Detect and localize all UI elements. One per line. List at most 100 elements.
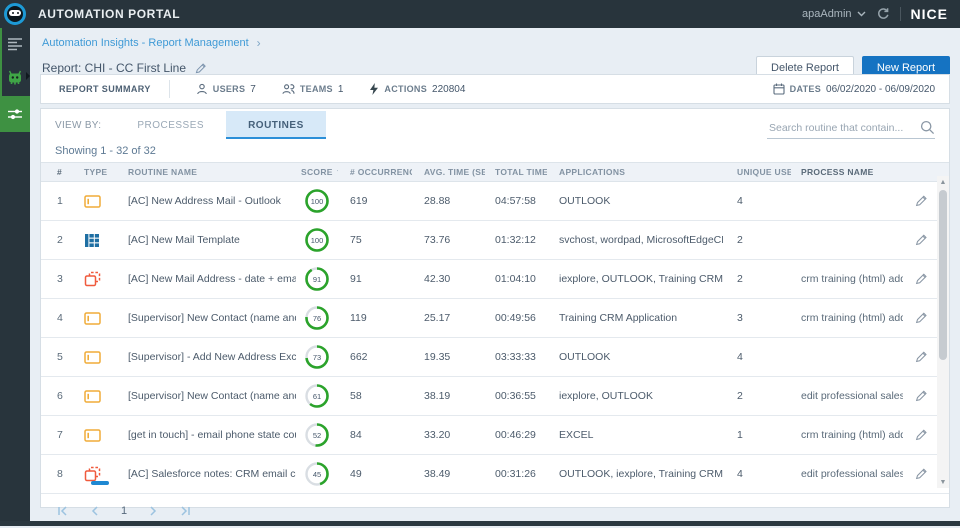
col-header-unique-users[interactable]: UNIQUE USERS [723, 167, 791, 177]
unique-users-value: 4 [723, 351, 791, 363]
scroll-up-icon[interactable]: ▲ [937, 176, 949, 188]
table-header: # TYPE ROUTINE NAME SCORE # OCCURRENCES … [41, 162, 949, 182]
table-row[interactable]: 5 [Supervisor] - Add New Address Excel [41, 338, 949, 377]
report-summary-bar: REPORT SUMMARY USERS 7 TEAMS 1 ACTI [40, 74, 950, 104]
view-tabs: VIEW BY: PROCESSES ROUTINES [41, 109, 949, 139]
routine-name[interactable]: [Supervisor] - Add New Address Excel [116, 351, 296, 363]
edit-routine-button[interactable] [903, 233, 939, 247]
summary-actions: ACTIONS 220804 [369, 83, 465, 95]
edit-routine-button[interactable] [903, 428, 939, 442]
routine-name[interactable]: [AC] Salesforce notes: CRM email copy ..… [116, 468, 296, 480]
summary-users: USERS 7 [196, 83, 256, 95]
table-row[interactable]: 2 [AC] New Mail Template [41, 221, 949, 260]
vertical-scrollbar[interactable]: ▲ ▼ [937, 176, 949, 488]
col-header-occurrences[interactable]: # OCCURRENCES [338, 167, 412, 177]
vertical-scrollbar-thumb[interactable] [939, 190, 947, 360]
score-cell: 76 [296, 305, 338, 331]
col-header-applications[interactable]: APPLICATIONS [547, 167, 723, 177]
sidebar-item-reports[interactable] [0, 28, 30, 60]
table-row[interactable]: 7 [get in touch] - email phone state cou… [41, 416, 949, 455]
routine-name[interactable]: [AC] New Mail Address - date + email +..… [116, 273, 296, 285]
applications-value: svchost, wordpad, MicrosoftEdgeCP, Trai.… [547, 234, 723, 246]
table-row[interactable]: 8 [AC] Salesforce notes: CRM email copy … [41, 455, 949, 494]
routine-name[interactable]: [AC] New Mail Template [116, 234, 296, 246]
table-row[interactable]: 1 [AC] New Address Mail - Outlook [41, 182, 949, 221]
routine-name[interactable]: [Supervisor] New Contact (name and p... [116, 312, 296, 324]
next-page-button[interactable] [147, 505, 159, 517]
breadcrumb-link[interactable]: Automation Insights - Report Management [42, 37, 249, 49]
edit-routine-button[interactable] [903, 389, 939, 403]
current-page[interactable]: 1 [121, 505, 127, 517]
col-header-total-time[interactable]: TOTAL TIME [485, 167, 547, 177]
routine-name[interactable]: [AC] New Address Mail - Outlook [116, 195, 296, 207]
copy-type-icon [84, 271, 101, 287]
search-input[interactable] [767, 118, 935, 139]
horizontal-scrollbar-thumb[interactable] [91, 481, 109, 485]
applications-value: OUTLOOK, iexplore, Training CRM Applic..… [547, 468, 723, 480]
process-name-value: crm training (html) add... [791, 312, 903, 324]
teams-icon [282, 83, 295, 95]
routine-name[interactable]: [Supervisor] New Contact (name and p... [116, 390, 296, 402]
routine-name[interactable]: [get in touch] - email phone state coun.… [116, 429, 296, 441]
avg-time-value: 33.20 [412, 429, 485, 441]
nice-logo: NICE [911, 6, 948, 22]
window-type-icon [84, 194, 101, 209]
score-value: 52 [304, 422, 330, 448]
applications-value: EXCEL [547, 429, 723, 441]
avg-time-value: 38.49 [412, 468, 485, 480]
user-menu[interactable]: apaAdmin [802, 8, 866, 20]
scroll-down-icon[interactable]: ▼ [937, 476, 949, 488]
summary-dates[interactable]: DATES 06/02/2020 - 06/09/2020 [773, 83, 949, 95]
table-row[interactable]: 6 [Supervisor] New Contact (name and p..… [41, 377, 949, 416]
tab-processes[interactable]: PROCESSES [115, 111, 226, 139]
pencil-icon [914, 311, 928, 325]
avg-time-value: 19.35 [412, 351, 485, 363]
window-type-icon [84, 389, 101, 404]
row-number: 5 [41, 351, 76, 363]
score-value: 45 [304, 461, 330, 487]
previous-page-button[interactable] [89, 505, 101, 517]
edit-routine-button[interactable] [903, 272, 939, 286]
score-ring: 45 [304, 461, 330, 487]
last-page-button[interactable] [179, 505, 191, 517]
applications-value: Training CRM Application [547, 312, 723, 324]
table-row[interactable]: 3 [AC] New Mail Address - date + email +… [41, 260, 949, 299]
table-row[interactable]: 4 [Supervisor] New Contact (name and p..… [41, 299, 949, 338]
occurrences-value: 619 [338, 195, 412, 207]
score-ring: 73 [304, 344, 330, 370]
unique-users-value: 2 [723, 390, 791, 402]
col-header-process-name[interactable]: PROCESS NAME [791, 167, 903, 177]
col-header-number: # [41, 167, 76, 177]
showing-count: Showing 1 - 32 of 32 [41, 139, 949, 162]
first-page-button[interactable] [57, 505, 69, 517]
users-label: USERS [213, 84, 246, 94]
edit-report-name-button[interactable] [194, 62, 207, 75]
row-number: 8 [41, 468, 76, 480]
avg-time-value: 42.30 [412, 273, 485, 285]
breadcrumb-chevron-icon: › [257, 36, 261, 50]
col-header-routine-name[interactable]: ROUTINE NAME [116, 167, 296, 177]
col-header-type: TYPE [76, 167, 116, 177]
main-content: Automation Insights - Report Management … [30, 28, 960, 526]
search-icon[interactable] [920, 120, 935, 135]
score-value: 91 [304, 266, 330, 292]
left-sidebar [0, 28, 30, 526]
score-cell: 100 [296, 188, 338, 214]
edit-routine-button[interactable] [903, 350, 939, 364]
edit-routine-button[interactable] [903, 467, 939, 481]
col-header-avg-time[interactable]: AVG. TIME (SEC) [412, 167, 485, 177]
edit-routine-button[interactable] [903, 311, 939, 325]
refresh-icon[interactable] [876, 7, 890, 21]
score-value: 76 [304, 305, 330, 331]
edit-routine-button[interactable] [903, 194, 939, 208]
sidebar-item-automation-finder[interactable] [0, 60, 30, 96]
list-icon [7, 37, 23, 51]
pencil-icon [914, 467, 928, 481]
tab-routines[interactable]: ROUTINES [226, 111, 326, 139]
total-time-value: 00:31:26 [485, 468, 547, 480]
sidebar-item-settings-active[interactable] [0, 96, 30, 132]
teams-value: 1 [338, 84, 344, 95]
col-header-score[interactable]: SCORE [296, 167, 338, 177]
pencil-icon [914, 233, 928, 247]
row-number: 4 [41, 312, 76, 324]
